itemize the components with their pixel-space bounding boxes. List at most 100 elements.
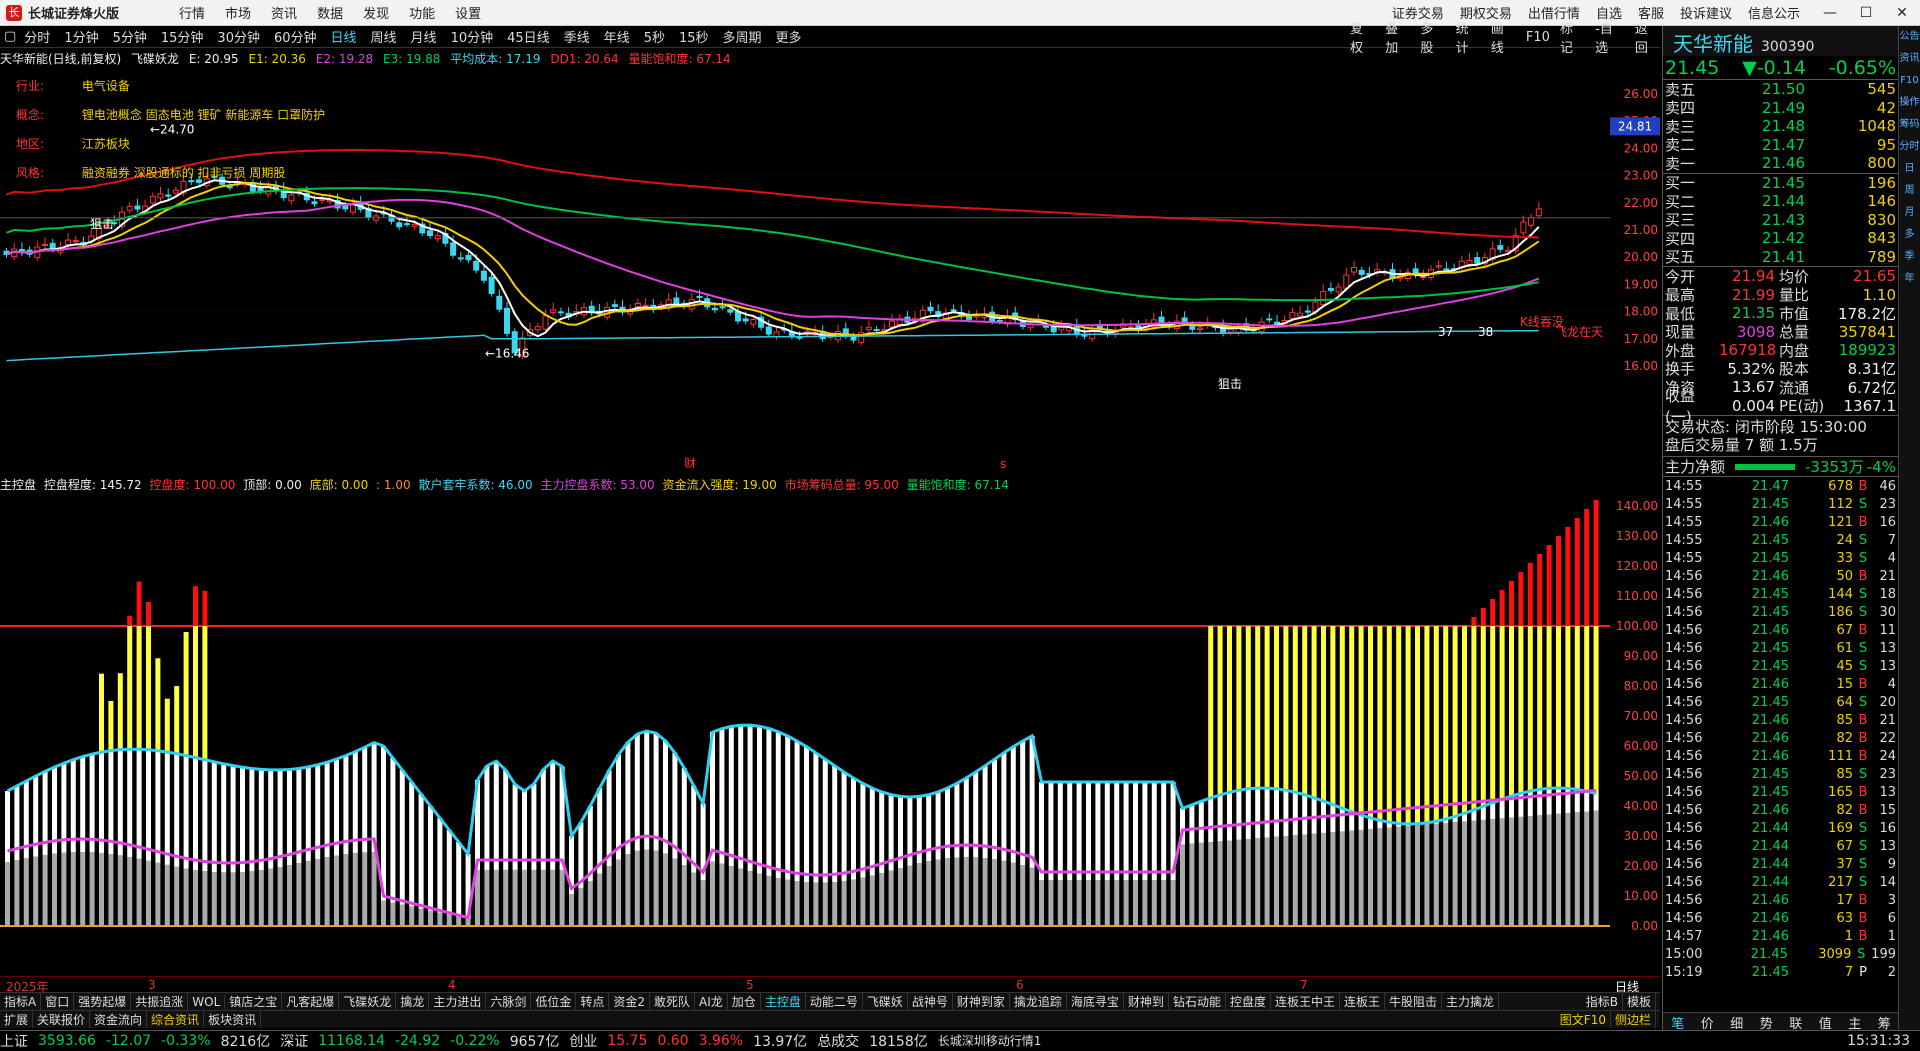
ask-price[interactable]: 21.47 xyxy=(1735,136,1805,154)
indicator-tab-0[interactable]: 指标A xyxy=(0,993,42,1010)
ask-price[interactable]: 21.46 xyxy=(1735,154,1805,172)
top-link-6[interactable]: 信息公示 xyxy=(1748,3,1800,22)
indicator-name[interactable]: 飞碟妖龙 xyxy=(131,52,179,66)
period-16[interactable]: 更多 xyxy=(776,27,802,46)
minimize-icon[interactable]: — xyxy=(1812,5,1848,21)
ask-price[interactable]: 21.50 xyxy=(1735,80,1805,98)
info-right-tab-1[interactable]: 侧边栏 xyxy=(1611,1011,1656,1028)
indicator-tab-13[interactable]: 资金2 xyxy=(609,993,651,1010)
top-link-5[interactable]: 投诉建议 xyxy=(1680,3,1732,22)
sidebar-item-5[interactable]: 分时 xyxy=(1899,136,1920,158)
menu-5[interactable]: 功能 xyxy=(409,3,435,22)
sidebar-item-9[interactable]: 多 xyxy=(1899,224,1920,246)
indicator-tab-14[interactable]: 敢死队 xyxy=(650,993,696,1010)
indicator-tab-23[interactable]: 海底寻宝 xyxy=(1067,993,1124,1010)
indicator-right-tab-1[interactable]: 模板 xyxy=(1623,993,1656,1010)
indicator-tab-22[interactable]: 擒龙追踪 xyxy=(1010,993,1067,1010)
indicator-tab-29[interactable]: 牛股阻击 xyxy=(1385,993,1443,1010)
sidebar-item-3[interactable]: 操作 xyxy=(1899,92,1920,114)
sidebar-item-0[interactable]: 公告 xyxy=(1899,26,1920,48)
indicator-tab-11[interactable]: 低位金 xyxy=(531,993,577,1010)
sidebar-item-11[interactable]: 年 xyxy=(1899,268,1920,290)
indicator-tab-6[interactable]: 凡客起爆 xyxy=(282,993,340,1010)
period-7[interactable]: 周线 xyxy=(371,27,397,46)
period-5[interactable]: 60分钟 xyxy=(274,27,317,46)
cy-label[interactable]: 创业 xyxy=(569,1031,597,1051)
indicator-tab-19[interactable]: 飞碟妖 xyxy=(863,993,908,1010)
period-14[interactable]: 15秒 xyxy=(679,27,709,46)
indicator-tab-2[interactable]: 强势起爆 xyxy=(74,993,132,1010)
period-11[interactable]: 季线 xyxy=(564,27,590,46)
sidebar-item-6[interactable]: 日 xyxy=(1899,158,1920,180)
quote-tab-1[interactable]: 价 xyxy=(1701,1013,1714,1032)
period-10[interactable]: 45日线 xyxy=(507,27,550,46)
indicator-tab-10[interactable]: 六脉剑 xyxy=(486,993,532,1010)
period-9[interactable]: 10分钟 xyxy=(451,27,494,46)
indicator-tab-8[interactable]: 擒龙 xyxy=(396,993,430,1010)
quote-tab-7[interactable]: 筹 xyxy=(1878,1013,1891,1032)
indicator-tab-9[interactable]: 主力进出 xyxy=(429,993,487,1010)
menu-4[interactable]: 发现 xyxy=(363,3,389,22)
bid-price[interactable]: 21.42 xyxy=(1735,229,1805,247)
quote-tab-3[interactable]: 势 xyxy=(1760,1013,1773,1032)
indicator-tab-25[interactable]: 钻石动能 xyxy=(1169,993,1226,1010)
indicator-tab-3[interactable]: 共振追涨 xyxy=(131,993,189,1010)
menu-0[interactable]: 行情 xyxy=(179,3,205,22)
indicator-tab-28[interactable]: 连板王 xyxy=(1340,993,1385,1010)
indicator-tab-24[interactable]: 财神到 xyxy=(1124,993,1169,1010)
close-icon[interactable]: ✕ xyxy=(1884,5,1920,21)
grid-icon[interactable]: ▢ xyxy=(4,29,16,44)
bid-price[interactable]: 21.44 xyxy=(1735,192,1805,210)
period-0[interactable]: 分时 xyxy=(24,27,50,46)
quote-tab-2[interactable]: 细 xyxy=(1730,1013,1743,1032)
sidebar-item-1[interactable]: 资讯 xyxy=(1899,48,1920,70)
menu-1[interactable]: 市场 xyxy=(225,3,251,22)
menu-6[interactable]: 设置 xyxy=(455,3,481,22)
indicator-tab-12[interactable]: 转点 xyxy=(576,993,610,1010)
info-right-tab-0[interactable]: 图文F10 xyxy=(1556,1011,1611,1028)
period-13[interactable]: 5秒 xyxy=(644,27,665,46)
menu-3[interactable]: 数据 xyxy=(317,3,343,22)
indicator-tab-15[interactable]: AI龙 xyxy=(695,993,728,1010)
ask-price[interactable]: 21.48 xyxy=(1735,117,1805,135)
tool-5[interactable]: F10 xyxy=(1526,30,1550,45)
info-tab-2[interactable]: 资金流向 xyxy=(90,1011,148,1028)
indicator-tab-17[interactable]: 主控盘 xyxy=(761,993,806,1010)
bid-price[interactable]: 21.41 xyxy=(1735,248,1805,266)
sidebar-item-4[interactable]: 筹码 xyxy=(1899,114,1920,136)
info-tab-4[interactable]: 板块资讯 xyxy=(204,1011,262,1028)
indicator-tab-5[interactable]: 镇店之宝 xyxy=(225,993,283,1010)
period-8[interactable]: 月线 xyxy=(411,27,437,46)
indicator-tab-18[interactable]: 动能二号 xyxy=(806,993,863,1010)
maximize-icon[interactable]: ☐ xyxy=(1848,5,1884,21)
info-tab-0[interactable]: 扩展 xyxy=(0,1011,34,1028)
bid-price[interactable]: 21.45 xyxy=(1735,174,1805,192)
period-15[interactable]: 多周期 xyxy=(723,27,762,46)
quote-tab-0[interactable]: 笔 xyxy=(1671,1013,1684,1032)
quote-tab-6[interactable]: 主 xyxy=(1848,1013,1861,1032)
indicator-tab-1[interactable]: 窗口 xyxy=(41,993,75,1010)
indicator-tab-7[interactable]: 飞碟妖龙 xyxy=(339,993,397,1010)
sidebar-item-2[interactable]: F10 xyxy=(1899,70,1920,92)
bid-price[interactable]: 21.43 xyxy=(1735,211,1805,229)
sz-label[interactable]: 深证 xyxy=(280,1031,308,1051)
indicator-tab-21[interactable]: 财神到家 xyxy=(953,993,1010,1010)
control-indicator-chart[interactable] xyxy=(0,494,1610,976)
indicator-right-tab-0[interactable]: 指标B xyxy=(1582,993,1623,1010)
indicator-tab-26[interactable]: 控盘度 xyxy=(1226,993,1271,1010)
indicator-tab-20[interactable]: 战神号 xyxy=(908,993,953,1010)
indicator-tab-4[interactable]: WOL xyxy=(188,994,226,1009)
period-6[interactable]: 日线 xyxy=(331,27,357,46)
period-2[interactable]: 5分钟 xyxy=(113,27,147,46)
period-3[interactable]: 15分钟 xyxy=(161,27,204,46)
menu-2[interactable]: 资讯 xyxy=(271,3,297,22)
sidebar-item-8[interactable]: 月 xyxy=(1899,202,1920,224)
quote-tab-4[interactable]: 联 xyxy=(1789,1013,1802,1032)
ask-price[interactable]: 21.49 xyxy=(1735,99,1805,117)
period-4[interactable]: 30分钟 xyxy=(217,27,260,46)
info-tab-1[interactable]: 关联报价 xyxy=(33,1011,91,1028)
quote-tab-5[interactable]: 值 xyxy=(1819,1013,1832,1032)
sh-label[interactable]: 上证 xyxy=(0,1031,28,1051)
info-tab-3[interactable]: 综合资讯 xyxy=(147,1011,205,1028)
sidebar-item-7[interactable]: 周 xyxy=(1899,180,1920,202)
